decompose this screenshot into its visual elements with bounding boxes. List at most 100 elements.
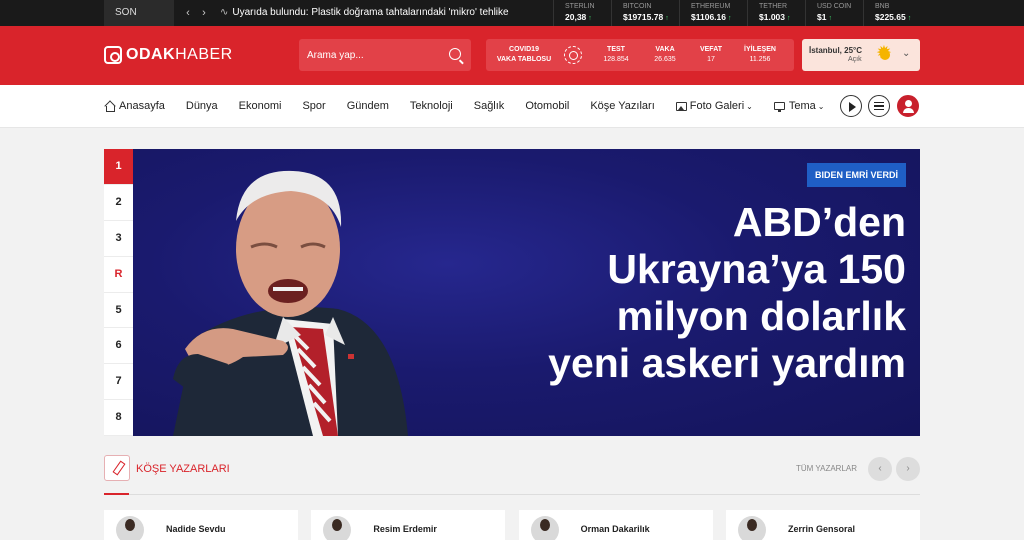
nav-item-economy[interactable]: Ekonomi bbox=[239, 100, 282, 112]
market-quotes: STERLIN 20,38 ↑ BITCOIN $19715.78 ↑ ETHEREUM… bbox=[553, 0, 921, 26]
author-card[interactable]: Resim Erdemir bbox=[311, 510, 506, 540]
play-icon bbox=[849, 102, 856, 112]
ticker-headline-link[interactable]: ∿ Uyarıda bulundu: Plastik doğrama tahtal… bbox=[220, 0, 509, 26]
quote-name: STERLIN bbox=[565, 3, 595, 10]
slider-page-8[interactable]: 8 bbox=[104, 400, 133, 436]
photo-icon bbox=[675, 101, 687, 111]
search-box bbox=[299, 39, 471, 71]
trend-up-icon: ↑ bbox=[588, 15, 592, 22]
author-name: Orman Dakarilık bbox=[580, 524, 650, 534]
home-icon bbox=[104, 101, 115, 112]
nav-item-technology[interactable]: Teknoloji bbox=[410, 100, 453, 112]
nav-item-photo-gallery[interactable]: Foto Galeri ⌄ bbox=[675, 100, 753, 112]
hero-title: ABD’den Ukrayna’ya 150 milyon dolarlık y… bbox=[548, 199, 906, 386]
slider-pagination: 1 2 3 R 5 6 7 8 bbox=[104, 149, 139, 436]
weather-desc: Açık bbox=[848, 56, 862, 63]
slider-page-5[interactable]: 5 bbox=[104, 293, 133, 329]
quote-ethereum[interactable]: ETHEREUM $1106.16 ↑ bbox=[679, 0, 747, 26]
section-next-button[interactable]: › bbox=[896, 457, 920, 481]
covid-stat-cases: VAKA 26.635 bbox=[654, 46, 676, 63]
trend-up-icon: ↑ bbox=[828, 15, 832, 22]
slider-page-1[interactable]: 1 bbox=[104, 149, 139, 185]
nav-item-home[interactable]: Anasayfa bbox=[104, 100, 165, 112]
covid-stat-recovered: İYİLEŞEN 11.256 bbox=[744, 46, 776, 63]
quote-value: $1.003 ↑ bbox=[759, 12, 791, 22]
quote-tether[interactable]: TETHER $1.003 ↑ bbox=[747, 0, 805, 26]
slider-page-2[interactable]: 2 bbox=[104, 185, 133, 221]
nav-item-world[interactable]: Dünya bbox=[186, 100, 218, 112]
slider-page-7[interactable]: 7 bbox=[104, 364, 133, 401]
author-cards: Nadide Sevdu Resim Erdemir Orman Dakaril… bbox=[104, 510, 920, 540]
pen-icon bbox=[112, 461, 124, 475]
nav-item-sports[interactable]: Spor bbox=[302, 100, 325, 112]
site-logo[interactable]: ODAKHABER bbox=[104, 44, 233, 66]
search-input[interactable] bbox=[299, 39, 439, 71]
author-card[interactable]: Orman Dakarilık bbox=[518, 510, 713, 540]
ticker-next-button[interactable]: › bbox=[197, 6, 211, 20]
author-name: Resim Erdemir bbox=[373, 524, 437, 534]
slider-page-6[interactable]: 6 bbox=[104, 328, 133, 365]
main-nav: Anasayfa Dünya Ekonomi Spor Gündem Tekno… bbox=[0, 85, 1024, 128]
author-name: Zerrin Gensoral bbox=[787, 524, 856, 534]
logo-mark-icon bbox=[104, 46, 122, 64]
breaking-news-label: SON DAKİKA bbox=[104, 0, 174, 44]
section-underline bbox=[104, 493, 129, 495]
avatar bbox=[323, 516, 352, 540]
nav-item-agenda[interactable]: Gündem bbox=[347, 100, 389, 112]
section-prev-button[interactable]: ‹ bbox=[868, 457, 892, 481]
chevron-down-icon[interactable]: ⌄ bbox=[902, 48, 910, 59]
weather-widget[interactable]: İstanbul, 25°C Açık ⌄ bbox=[802, 39, 920, 71]
section-icon bbox=[104, 455, 130, 481]
covid-table[interactable]: COVID19 VAKA TABLOSU TEST 128.854 VAKA 26.6… bbox=[486, 39, 794, 71]
nav-item-theme[interactable]: Tema ⌄ bbox=[773, 100, 825, 112]
author-card[interactable]: Zerrin Gensoral bbox=[725, 510, 920, 540]
columnists-section-header: KÖŞE YAZARLARI TÜM YAZARLAR ‹ › bbox=[104, 455, 920, 495]
avatar bbox=[530, 516, 559, 540]
slider-page-3[interactable]: 3 bbox=[104, 221, 133, 257]
avatar bbox=[737, 516, 766, 540]
user-icon bbox=[903, 100, 914, 113]
menu-button[interactable] bbox=[868, 95, 890, 117]
nav-item-health[interactable]: Sağlık bbox=[474, 100, 505, 112]
quote-value: $19715.78 ↑ bbox=[623, 12, 669, 22]
covid-title: COVID19 VAKA TABLOSU bbox=[496, 46, 552, 63]
pulse-icon: ∿ bbox=[220, 7, 229, 18]
author-card[interactable]: Nadide Sevdu bbox=[104, 510, 298, 540]
chevron-down-icon: ⌄ bbox=[746, 101, 753, 111]
search-icon[interactable] bbox=[449, 48, 461, 60]
all-authors-link[interactable]: TÜM YAZARLAR bbox=[796, 464, 857, 473]
quote-value: $1 ↑ bbox=[817, 12, 832, 22]
top-ticker-bar: SON DAKİKA ‹ › ∿Uyarıda bulundu: Plastik… bbox=[0, 0, 1024, 44]
quote-value: 20,38 ↑ bbox=[565, 12, 592, 22]
quote-value: $1106.16 ↑ bbox=[691, 12, 732, 22]
menu-icon bbox=[874, 102, 884, 110]
slider-page-ad[interactable]: R bbox=[104, 257, 133, 293]
ticker-headline-text: Uyarıda bulundu: Plastik doğrama tahtala… bbox=[232, 7, 509, 18]
nav-item-columns[interactable]: Köşe Yazıları bbox=[590, 100, 654, 112]
trend-up-icon: ↑ bbox=[665, 15, 669, 22]
logo-text-bold: ODAK bbox=[126, 46, 176, 63]
virus-icon bbox=[564, 46, 582, 64]
site-header: ODAKHABER COVID19VAKA TABLOSU TEST128.85… bbox=[0, 26, 1024, 85]
user-button[interactable] bbox=[897, 95, 919, 117]
hero-photo bbox=[173, 170, 408, 436]
covid-stat-deaths: VEFAT 17 bbox=[699, 46, 723, 63]
trend-up-icon: ↑ bbox=[787, 15, 791, 22]
quote-name: USD COIN bbox=[817, 3, 852, 10]
quote-sterlin[interactable]: STERLIN 20,38 ↑ bbox=[553, 0, 611, 26]
quote-usd-coin[interactable]: USD COIN $1 ↑ bbox=[805, 0, 863, 26]
play-button[interactable] bbox=[840, 95, 862, 117]
nav-item-automobile[interactable]: Otomobil bbox=[525, 100, 569, 112]
section-title: KÖŞE YAZARLARI bbox=[136, 463, 230, 475]
monitor-icon bbox=[773, 102, 785, 112]
trend-up-icon: ↑ bbox=[727, 15, 732, 22]
weather-city: İstanbul, 25°C bbox=[809, 46, 862, 55]
ticker-prev-button[interactable]: ‹ bbox=[181, 6, 195, 20]
chevron-down-icon: ⌄ bbox=[817, 101, 825, 111]
hero-slide[interactable]: BIDEN EMRİ VERDİ ABD’den Ukrayna’ya 150 … bbox=[133, 149, 920, 436]
quote-name: BNB bbox=[875, 3, 890, 10]
quote-bitcoin[interactable]: BITCOIN $19715.78 ↑ bbox=[611, 0, 679, 26]
avatar bbox=[116, 516, 144, 540]
quote-bnb[interactable]: BNB $225.65 ↑ bbox=[863, 0, 921, 26]
covid-stat-test: TEST 128.854 bbox=[603, 46, 629, 63]
